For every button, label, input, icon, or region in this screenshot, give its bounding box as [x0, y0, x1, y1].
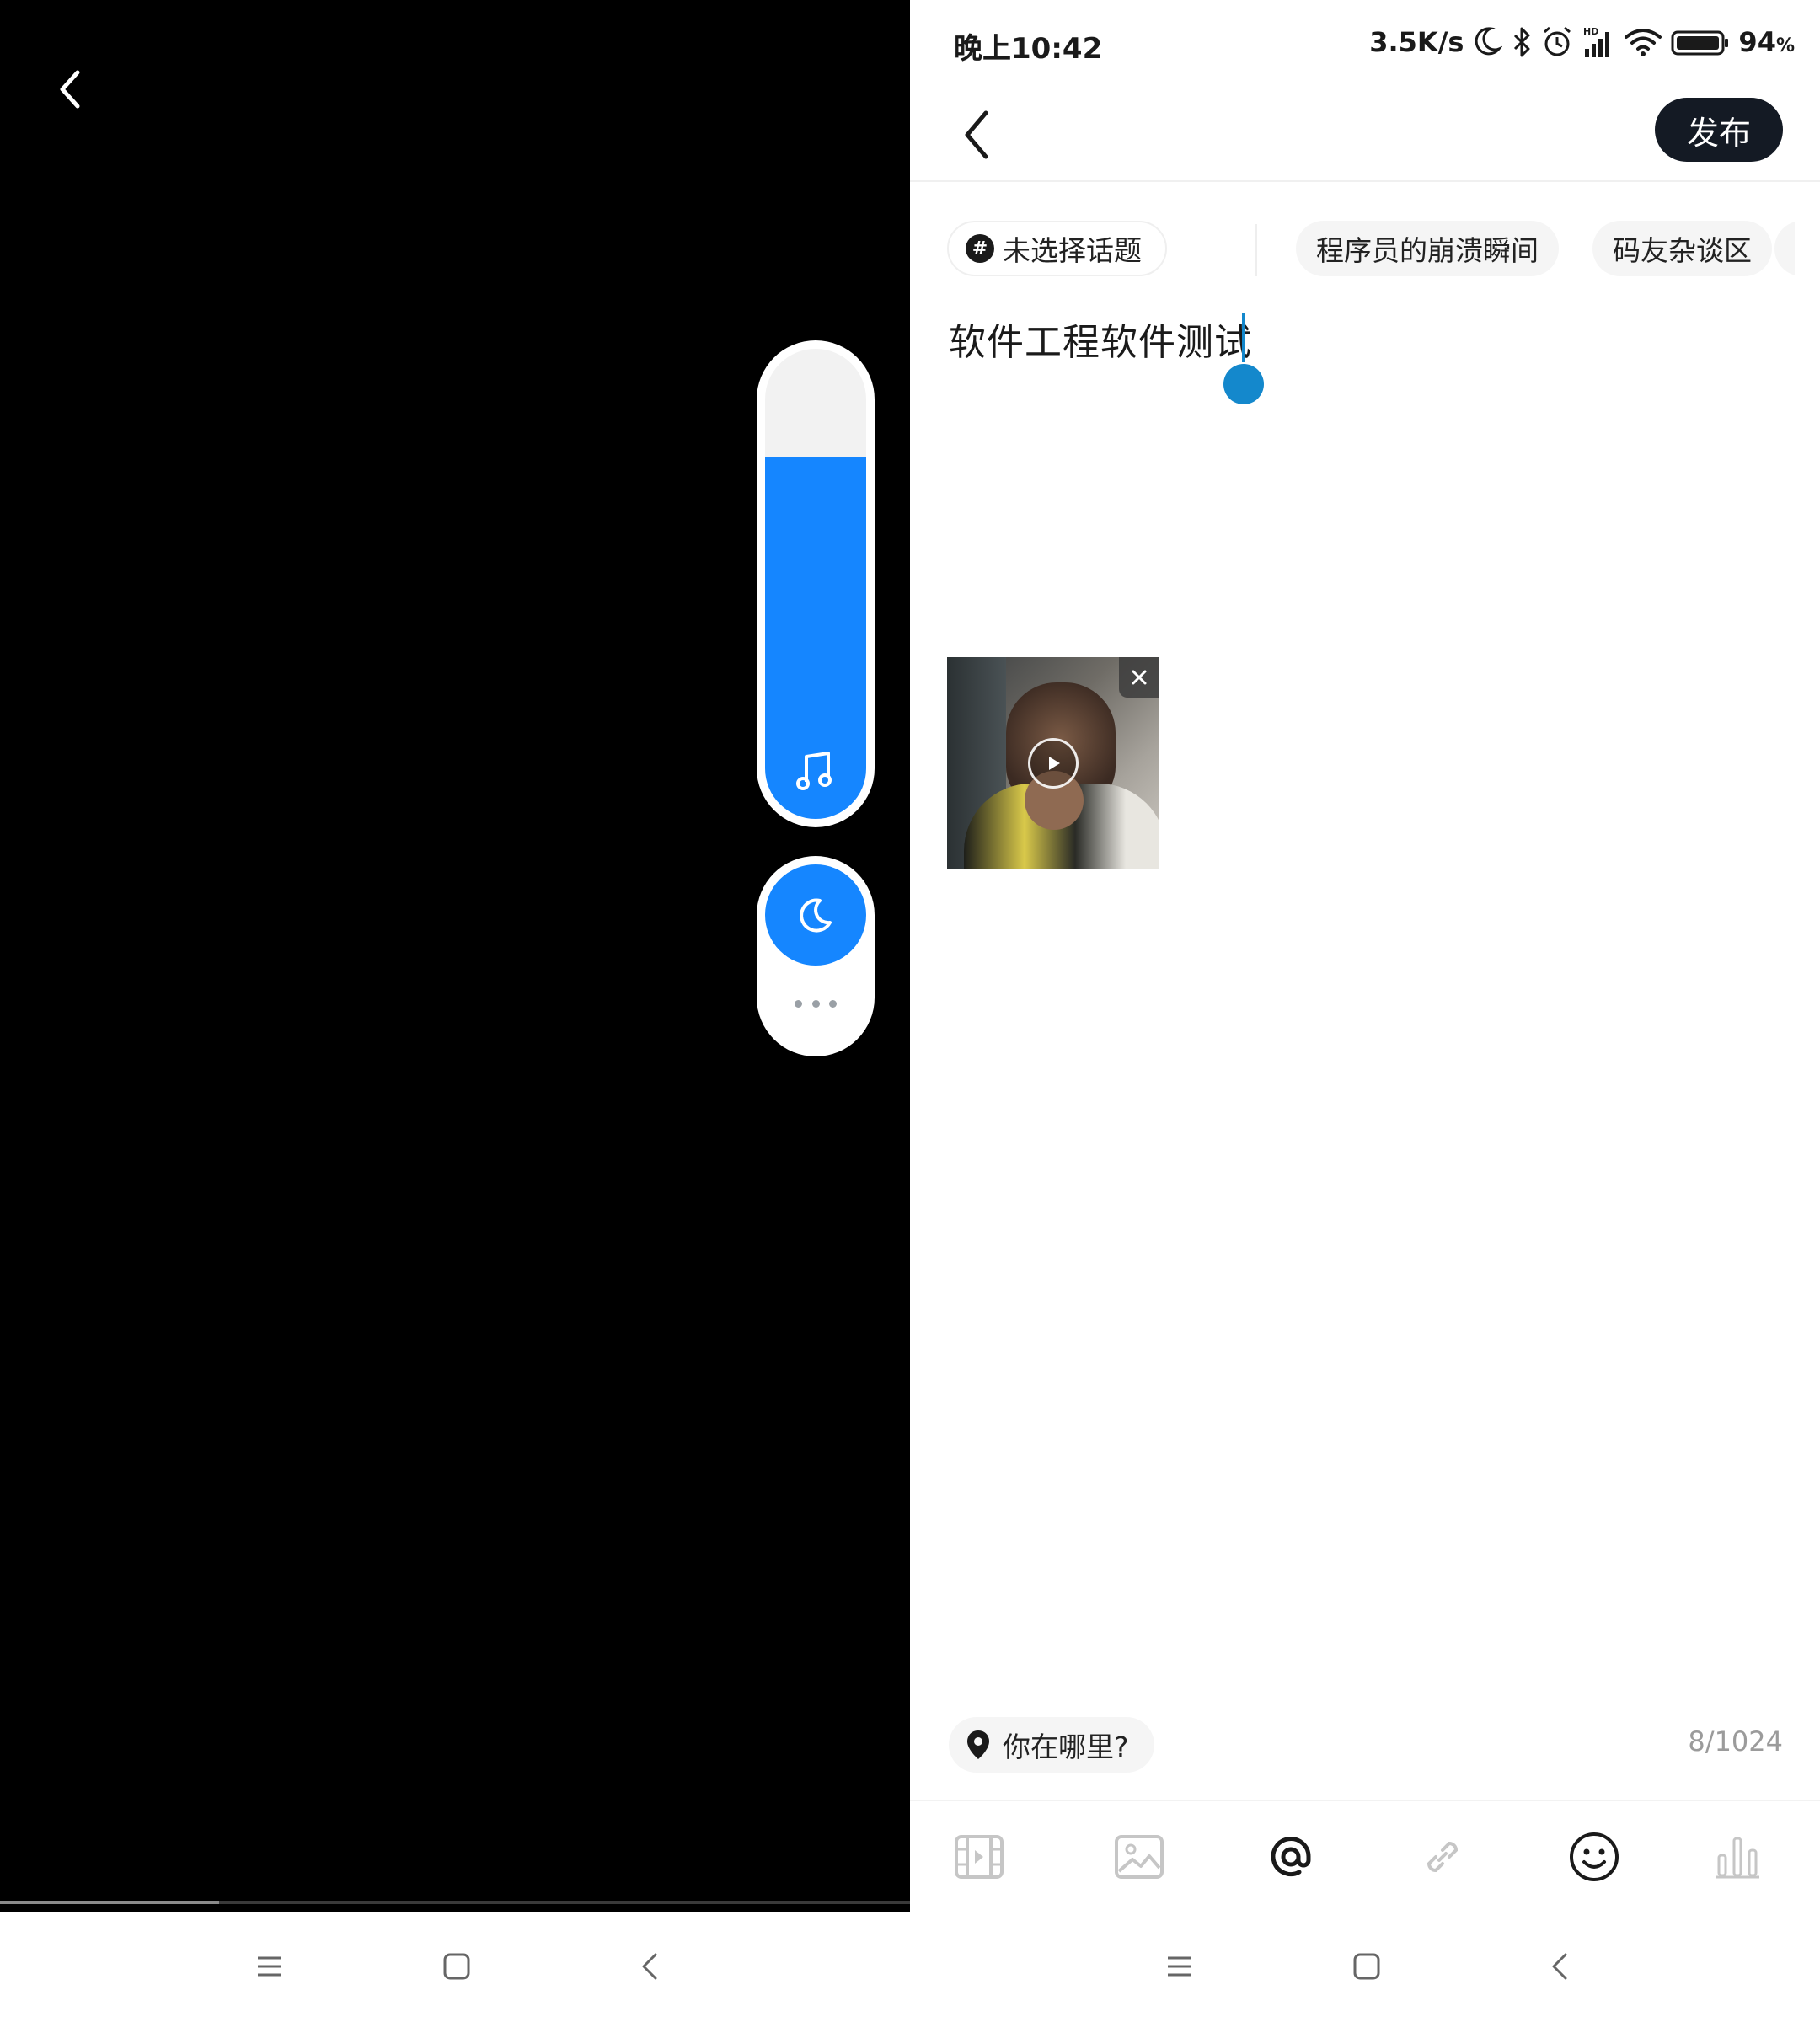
character-counter: 8/1024 [1688, 1725, 1783, 1757]
net-speed: 3.5K/s [1369, 26, 1464, 58]
battery-percent: 94% [1738, 26, 1795, 58]
compose-pane: 晚上10:42 3.5K/s HD 94% 发布 # 未选择话题 程序员的崩溃瞬… [910, 0, 1820, 1912]
status-icons: 3.5K/s HD 94% [1369, 24, 1795, 61]
menu-icon[interactable] [253, 1950, 286, 1983]
hashtag-icon: # [966, 234, 994, 263]
night-mode-button[interactable] [765, 864, 866, 966]
text-cursor [1242, 313, 1245, 362]
video-progress-bar[interactable] [0, 1901, 910, 1904]
back-chevron-icon[interactable] [51, 66, 93, 113]
status-bar: 晚上10:42 3.5K/s HD 94% [910, 0, 1820, 84]
text-cursor-handle[interactable] [1223, 364, 1264, 404]
alarm-icon [1544, 26, 1571, 56]
home-icon[interactable] [1350, 1950, 1384, 1983]
topic-chip[interactable]: 大 [1774, 221, 1795, 276]
unselected-topic-chip[interactable]: # 未选择话题 [947, 221, 1167, 276]
location-placeholder: 你在哪里? [1003, 1730, 1129, 1763]
play-icon[interactable] [1028, 738, 1079, 789]
link-button[interactable] [1416, 1830, 1469, 1884]
volume-slider[interactable] [757, 340, 875, 827]
remove-attachment-button[interactable] [1119, 657, 1159, 698]
emoji-button[interactable] [1567, 1830, 1621, 1884]
publish-button[interactable]: 发布 [1655, 98, 1783, 162]
compose-toolbar [910, 1800, 1820, 1912]
unselected-topic-label: 未选择话题 [1003, 234, 1142, 267]
location-button[interactable]: 你在哪里? [949, 1717, 1154, 1773]
moon-icon [1475, 27, 1503, 56]
system-nav-bar [0, 1912, 910, 2022]
back-icon[interactable] [634, 1950, 667, 1983]
chart-icon [1716, 1837, 1759, 1879]
video-button[interactable] [952, 1830, 1006, 1884]
volume-track[interactable] [765, 349, 866, 819]
topic-chip[interactable]: 码友杂谈区 [1592, 221, 1772, 276]
mode-controls [757, 856, 875, 1056]
video-icon [955, 1835, 1004, 1879]
location-pin-icon [967, 1730, 989, 1759]
topic-chip[interactable]: 程序员的崩溃瞬间 [1296, 221, 1559, 276]
menu-icon[interactable] [1163, 1950, 1196, 1983]
emoji-icon [1570, 1832, 1619, 1881]
mention-button[interactable] [1264, 1830, 1318, 1884]
video-progress-fill [0, 1901, 219, 1904]
battery-icon [1671, 30, 1729, 56]
cellular-signal-icon: HD [1583, 26, 1610, 57]
post-text-input[interactable]: 软件工程软件测试 [949, 312, 1252, 366]
image-icon [1115, 1835, 1164, 1879]
status-time: 晚上10:42 [954, 32, 1103, 66]
wifi-icon [1625, 29, 1662, 56]
music-note-icon [796, 752, 832, 790]
video-player-pane [0, 0, 910, 1912]
bluetooth-icon [1514, 27, 1530, 57]
topic-divider [1255, 224, 1257, 276]
home-icon[interactable] [440, 1950, 474, 1983]
close-icon [1132, 670, 1147, 685]
link-icon [1427, 1841, 1459, 1873]
hd-badge: HD [1583, 26, 1598, 37]
back-icon[interactable] [1544, 1950, 1577, 1983]
poll-button[interactable] [1710, 1830, 1764, 1884]
image-button[interactable] [1112, 1830, 1166, 1884]
at-icon [1271, 1837, 1311, 1877]
moon-icon [800, 898, 832, 933]
system-nav-bar [910, 1912, 1820, 2022]
video-attachment[interactable] [947, 657, 1159, 869]
topic-selector: # 未选择话题 程序员的崩溃瞬间 码友杂谈区 大 [947, 221, 1795, 276]
back-chevron-icon[interactable] [959, 108, 996, 162]
compose-header: 发布 [910, 84, 1820, 182]
more-dots-icon[interactable] [795, 998, 837, 1009]
